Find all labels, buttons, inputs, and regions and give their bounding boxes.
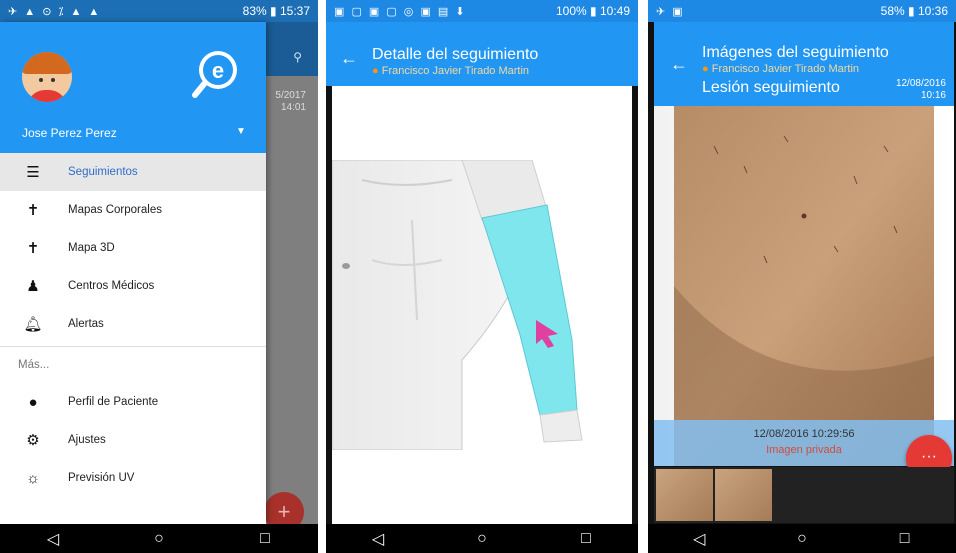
menu-item-centros-medicos[interactable]: ♟ Centros Médicos <box>0 267 266 305</box>
doctor-icon: ♟ <box>26 278 40 295</box>
sun-icon: ☼ <box>26 469 40 487</box>
menu-item-perfil-paciente[interactable]: ● Perfil de Paciente <box>0 383 266 421</box>
skin-photo-image <box>654 106 954 466</box>
recents-nav-icon[interactable]: □ <box>885 530 925 548</box>
back-arrow-icon[interactable]: ← <box>670 54 688 75</box>
system-nav-bar: ◁ ○ □ <box>326 524 638 553</box>
person-icon: ✝ <box>26 202 40 219</box>
drawer-header: e Jose Perez Perez ▼ <box>0 22 266 153</box>
svg-text:e: e <box>212 58 224 83</box>
back-arrow-icon[interactable]: ← <box>340 48 358 69</box>
app-bar: ← Detalle del seguimiento ● Francisco Ja… <box>326 22 638 86</box>
lesion-photo[interactable] <box>654 106 954 466</box>
system-nav-bar: ◁ ○ □ <box>0 524 318 553</box>
lesion-datetime: 12/08/2016 10:16 <box>896 78 946 102</box>
status-right: 58% ▮ 10:36 <box>880 4 948 18</box>
account-dropdown-icon[interactable]: ▼ <box>236 126 246 137</box>
person-icon: ✝ <box>26 240 40 257</box>
back-nav-icon[interactable]: ◁ <box>33 529 73 549</box>
row-time: 14:01 <box>280 102 306 113</box>
thumbnail[interactable] <box>715 469 772 521</box>
navigation-drawer: e Jose Perez Perez ▼ ☰ Seguimientos ✝ Mapa… <box>0 22 266 524</box>
patient-name: Francisco Javier Tirado Martin <box>711 63 860 75</box>
section-more: Más... <box>18 359 50 371</box>
status-right: 83% ▮ 15:37 <box>242 4 310 18</box>
screen-title: Imágenes del seguimiento <box>702 44 889 61</box>
gear-icon: ⚙ <box>26 432 40 449</box>
app-logo-icon: e <box>192 51 237 98</box>
patient-avatar-icon: ● <box>372 65 379 77</box>
bell-icon: 🔔︎ <box>23 316 43 333</box>
phone-screen-menu: ✈ ▲ ⊙ ⁒ ▲ ▲ 83% ▮ 15:37 ⚲ 5/2017 14:01 +… <box>0 0 318 553</box>
app-bar: ← Imágenes del seguimiento ● Francisco J… <box>654 22 954 106</box>
list-icon: ☰ <box>26 164 40 181</box>
search-icon: ⚲ <box>293 50 302 64</box>
thumbnail[interactable] <box>656 469 713 521</box>
lesion-time: 10:16 <box>920 90 946 101</box>
body-map-illustration[interactable] <box>332 160 632 450</box>
menu-item-alertas[interactable]: 🔔︎ Alertas <box>0 305 266 343</box>
avatar[interactable] <box>22 52 72 102</box>
body-map-view[interactable] <box>332 86 632 524</box>
back-nav-icon[interactable]: ◁ <box>358 529 398 549</box>
row-date: 5/2017 <box>275 90 306 101</box>
patient-name: Francisco Javier Tirado Martin <box>381 65 530 77</box>
notification-icons: ✈ ▣ <box>656 5 685 18</box>
home-nav-icon[interactable]: ○ <box>139 530 179 548</box>
notification-icons: ✈ ▲ ⊙ ⁒ ▲ ▲ <box>8 5 102 18</box>
screen-title: Detalle del seguimiento <box>372 46 539 63</box>
patient-avatar-icon: ● <box>702 63 709 75</box>
menu-item-mapas-corporales[interactable]: ✝ Mapas Corporales <box>0 191 266 229</box>
menu-item-mapa-3d[interactable]: ✝ Mapa 3D <box>0 229 266 267</box>
status-bar: ✈ ▣ 58% ▮ 10:36 <box>648 0 956 22</box>
patient-subtitle: ● Francisco Javier Tirado Martin <box>372 65 529 77</box>
notification-icons: ▣ ▢ ▣ ▢ ◎ ▣ ▤ ⬇ <box>334 5 467 18</box>
home-nav-icon[interactable]: ○ <box>462 530 502 548</box>
patient-subtitle: ● Francisco Javier Tirado Martin <box>702 63 859 75</box>
menu-item-seguimientos[interactable]: ☰ Seguimientos <box>0 153 266 191</box>
status-right: 100% ▮ 10:49 <box>555 4 630 18</box>
thumbnail-strip <box>654 467 954 523</box>
phone-screen-detail: ▣ ▢ ▣ ▢ ◎ ▣ ▤ ⬇ 100% ▮ 10:49 ← Detalle d… <box>326 0 638 553</box>
lesion-mark <box>801 213 807 219</box>
menu-item-ajustes[interactable]: ⚙ Ajustes <box>0 421 266 459</box>
lesion-date: 12/08/2016 <box>895 78 946 89</box>
background-row-date: 5/2017 14:01 <box>275 90 306 114</box>
profile-icon: ● <box>28 393 38 411</box>
status-bar: ✈ ▲ ⊙ ⁒ ▲ ▲ 83% ▮ 15:37 <box>0 0 318 22</box>
image-timestamp: 12/08/2016 10:29:56 <box>753 428 855 440</box>
user-name: Jose Perez Perez <box>22 126 117 140</box>
recents-nav-icon[interactable]: □ <box>245 530 285 548</box>
status-bar: ▣ ▢ ▣ ▢ ◎ ▣ ▤ ⬇ 100% ▮ 10:49 <box>326 0 638 22</box>
system-nav-bar: ◁ ○ □ <box>648 524 956 553</box>
back-nav-icon[interactable]: ◁ <box>679 529 719 549</box>
home-nav-icon[interactable]: ○ <box>782 530 822 548</box>
recents-nav-icon[interactable]: □ <box>566 530 606 548</box>
menu-item-prevision-uv[interactable]: ☼ Previsión UV <box>0 459 266 497</box>
lesion-title: Lesión seguimiento <box>702 79 840 96</box>
phone-screen-images: ✈ ▣ 58% ▮ 10:36 ← Imágenes del seguimien… <box>648 0 956 553</box>
